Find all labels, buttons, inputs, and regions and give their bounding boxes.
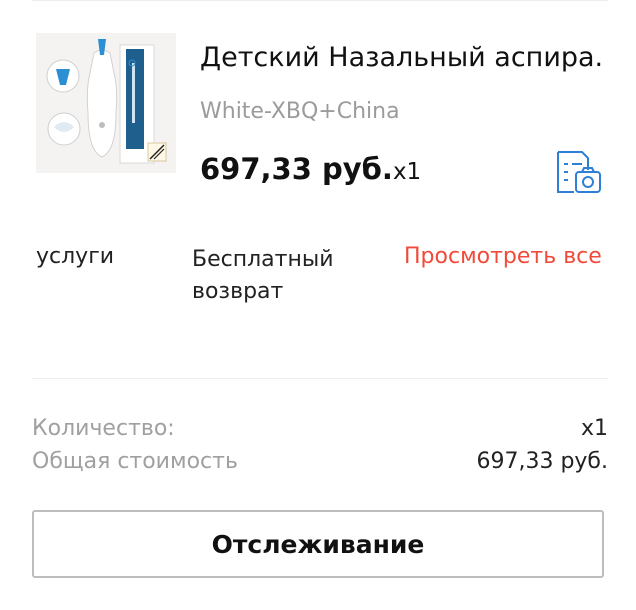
total-label: Общая стоимость [32, 449, 238, 474]
track-order-button[interactable]: Отслеживание [32, 510, 604, 578]
services-label: услуги [36, 244, 115, 269]
quantity-label: Количество: [32, 416, 175, 441]
total-value: 697,33 руб. [476, 449, 608, 474]
quantity-row: Количество: x1 [32, 416, 608, 446]
product-quantity: x1 [392, 159, 422, 185]
price-line: 697,33 руб.x1 [200, 152, 421, 186]
view-all-services-link[interactable]: Просмотреть все [404, 244, 602, 269]
free-return-service: Бесплатный возврат [192, 247, 334, 304]
product-variant: White-XBQ+China [200, 99, 400, 124]
section-divider [32, 378, 608, 379]
quantity-value: x1 [580, 416, 608, 441]
photo-review-icon[interactable] [554, 150, 604, 194]
nasal-aspirator-image [36, 33, 176, 173]
product-title[interactable]: Детский Назальный аспира... [200, 42, 604, 73]
top-divider [32, 0, 608, 1]
total-row: Общая стоимость 697,33 руб. [32, 449, 608, 479]
product-price: 697,33 руб. [200, 152, 393, 186]
product-thumbnail[interactable] [36, 33, 176, 173]
